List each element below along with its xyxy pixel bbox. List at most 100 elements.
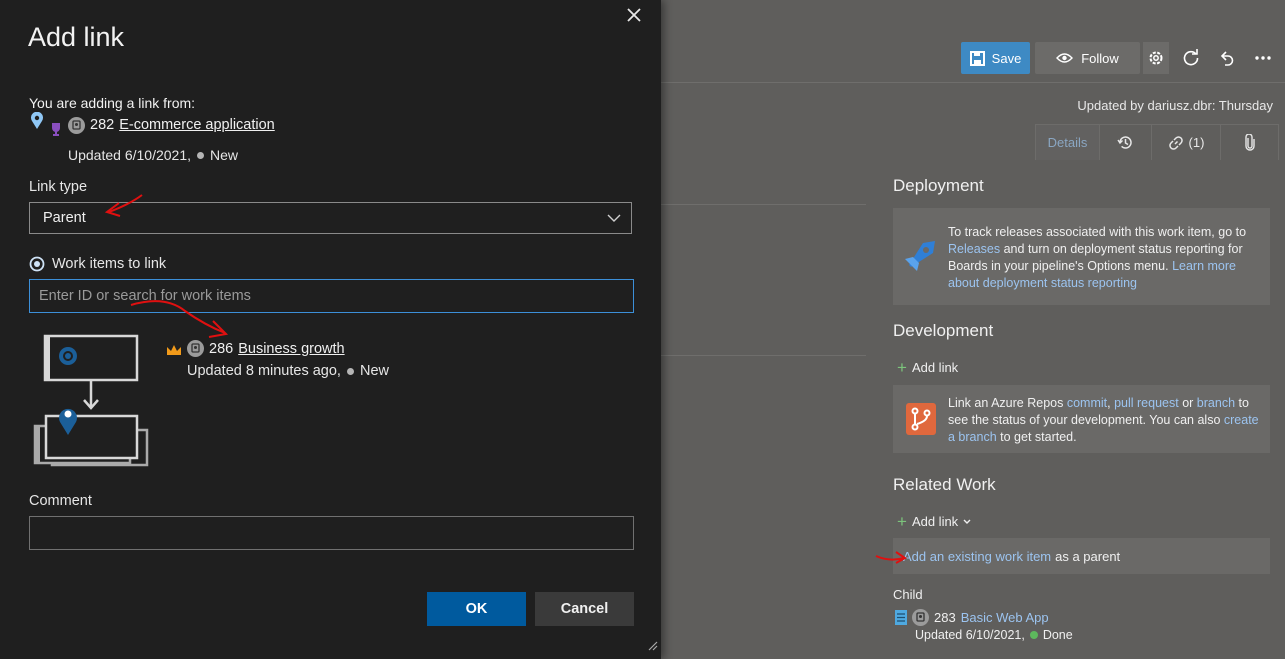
target-item-id: 286: [209, 340, 234, 357]
tab-links-count: (1): [1188, 135, 1205, 150]
plus-icon: +: [897, 512, 907, 531]
undo-button[interactable]: [1215, 46, 1239, 70]
avatar: [912, 609, 929, 626]
target-item-updated: Updated 8 minutes ago,: [187, 363, 341, 379]
more-icon: [1255, 56, 1271, 60]
child-item: 283 Basic Web App: [895, 609, 1049, 626]
feature-crown-icon: [167, 345, 181, 355]
development-text-3: to get started.: [1000, 430, 1077, 444]
link-icon: [1168, 135, 1183, 150]
link-type-value: Parent: [43, 210, 86, 226]
plus-icon: +: [897, 358, 907, 377]
child-label: Child: [893, 587, 923, 602]
save-button[interactable]: Save: [961, 42, 1030, 74]
refresh-icon: [1183, 49, 1199, 66]
development-add-link-label: Add link: [911, 360, 959, 375]
resize-grip-icon[interactable]: [648, 641, 658, 651]
link-type-label: Link type: [29, 179, 88, 195]
ok-button[interactable]: OK: [427, 592, 526, 626]
add-existing-work-item-link[interactable]: Add an existing work item: [903, 549, 1051, 564]
product-backlog-item-icon: [895, 610, 907, 625]
state-dot: [1029, 631, 1038, 639]
content-divider-1: [661, 204, 866, 205]
undo-icon: [1220, 51, 1234, 66]
dialog-title: Add link: [28, 22, 125, 52]
from-item-meta: Updated 6/10/2021, New: [68, 147, 238, 163]
related-add-link-label: Add link: [911, 514, 959, 529]
save-icon: [969, 50, 985, 66]
deployment-title: Deployment: [893, 176, 984, 195]
from-work-item: 282 E-commerce application: [30, 112, 275, 136]
development-add-link-button[interactable]: + Add link: [897, 358, 959, 377]
comment-input[interactable]: [29, 516, 634, 550]
selected-work-item: 286 Business growth: [166, 340, 345, 357]
cancel-button[interactable]: Cancel: [535, 592, 634, 626]
chevron-down-icon: [607, 214, 621, 222]
child-state: Done: [1042, 628, 1073, 642]
target-radio-icon: [29, 256, 45, 272]
avatar: [187, 340, 204, 357]
repos-icon: [906, 403, 936, 435]
from-item-state: New: [210, 147, 239, 163]
tab-links[interactable]: (1): [1151, 124, 1221, 160]
from-item-title-link[interactable]: E-commerce application: [119, 117, 275, 133]
add-existing-suffix: as a parent: [1055, 548, 1121, 564]
tab-history[interactable]: [1099, 124, 1152, 160]
epic-trophy-icon: [52, 123, 60, 136]
from-item-updated: Updated 6/10/2021,: [68, 147, 191, 163]
work-items-to-link-label: Work items to link: [29, 256, 166, 272]
eye-icon: [1056, 53, 1074, 63]
related-add-link-button[interactable]: + Add link: [897, 512, 971, 531]
related-work-title: Related Work: [893, 475, 996, 494]
work-item-search-input[interactable]: [29, 279, 634, 313]
close-icon[interactable]: [624, 5, 644, 25]
state-dot: [197, 151, 204, 159]
content-divider-2: [661, 355, 866, 356]
child-updated: Updated 6/10/2021,: [915, 628, 1025, 642]
development-text-1: Link an Azure Repos: [948, 396, 1064, 410]
add-link-dialog: Add link You are adding a link from: 282…: [0, 0, 661, 659]
add-existing-row: Add an existing work item as a parent: [893, 538, 1270, 574]
refresh-button[interactable]: [1179, 46, 1203, 70]
child-meta: Updated 6/10/2021, Done: [915, 628, 1073, 642]
development-or: or: [1182, 396, 1194, 410]
history-icon: [1117, 136, 1132, 149]
more-actions-button[interactable]: [1251, 46, 1275, 70]
work-items-label-text: Work items to link: [52, 256, 167, 272]
work-item-tabs: Details (1): [1035, 124, 1279, 160]
tab-details-label: Details: [1047, 135, 1088, 150]
releases-link[interactable]: Releases: [948, 242, 1000, 256]
location-pin-icon: [31, 112, 43, 129]
child-title-link[interactable]: Basic Web App: [961, 610, 1049, 625]
from-label: You are adding a link from:: [29, 95, 196, 111]
link-type-select[interactable]: Parent: [29, 202, 632, 234]
parent-link-diagram: [33, 334, 149, 467]
attachment-icon: [1244, 134, 1255, 151]
header-divider: [661, 82, 1285, 83]
chevron-down-icon: [963, 519, 971, 524]
target-item-meta: Updated 8 minutes ago, New: [187, 363, 389, 379]
tab-details[interactable]: Details: [1035, 124, 1100, 160]
avatar: [68, 116, 85, 134]
deployment-info-box: To track releases associated with this w…: [893, 208, 1270, 305]
pipelines-icon: [905, 241, 935, 271]
gear-icon: [1149, 51, 1163, 65]
state-dot: [346, 367, 354, 375]
settings-button[interactable]: [1143, 42, 1169, 74]
updated-by-text: Updated by dariusz.dbr: Thursday: [1077, 98, 1273, 113]
target-item-title-link[interactable]: Business growth: [238, 341, 344, 357]
pull-request-link[interactable]: pull request: [1114, 396, 1179, 410]
branch-link[interactable]: branch: [1197, 396, 1235, 410]
development-info-box: Link an Azure Repos commit, pull request…: [893, 385, 1270, 453]
follow-label: Follow: [1081, 50, 1119, 66]
commit-link[interactable]: commit: [1067, 396, 1107, 410]
tab-attachments[interactable]: [1220, 124, 1279, 160]
save-label: Save: [991, 50, 1022, 66]
from-item-id: 282: [90, 117, 115, 133]
target-item-state: New: [359, 363, 389, 379]
development-title: Development: [893, 321, 994, 340]
child-id: 283: [934, 610, 956, 625]
follow-button[interactable]: Follow: [1035, 42, 1140, 74]
deployment-text-1: To track releases associated with this w…: [948, 225, 1247, 239]
comment-label: Comment: [29, 493, 92, 509]
